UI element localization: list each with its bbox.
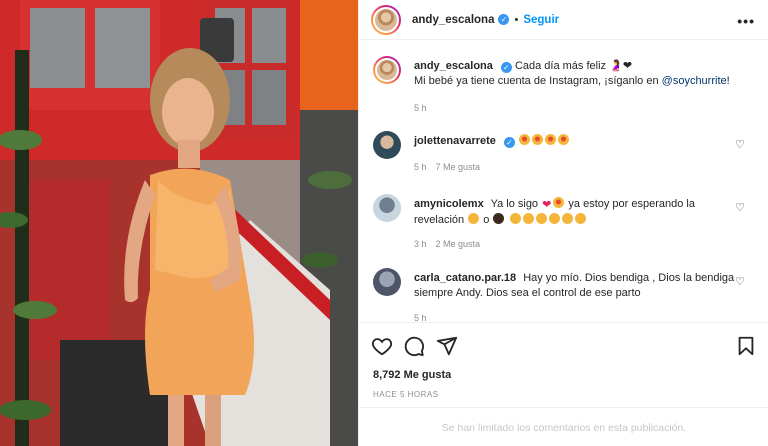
comment-meta: 5 h — [414, 313, 436, 321]
emoji-baby-boy-icon — [468, 213, 480, 224]
post-photo[interactable] — [0, 0, 358, 446]
comment-text: Ya lo sigo — [490, 198, 539, 210]
comment-time[interactable]: 3 h — [414, 239, 427, 249]
like-comment-heart-icon[interactable]: ♡ — [735, 275, 745, 288]
post-side-panel: andy_escalona ✓ • Seguir ••• andy_escalo… — [358, 0, 768, 446]
emoji-grin-icon — [574, 213, 586, 224]
follow-button[interactable]: Seguir — [523, 14, 559, 26]
comment-item: carla_catano.par.18 Hay yo mío. Dios ben… — [373, 268, 753, 321]
verified-badge-icon: ✓ — [498, 14, 510, 25]
mention-link[interactable]: @soychurrite — [662, 75, 727, 87]
likes-count[interactable]: 8,792 Me gusta — [373, 369, 451, 381]
comment-text: ya estoy por esperando la — [568, 198, 695, 210]
caption-line2-end: ! — [726, 75, 730, 87]
emoji-heart-icon: ❤ — [622, 60, 633, 72]
comments-limited-notice: Se han limitado los comentarios en esta … — [359, 407, 768, 446]
caption-line1: Cada día más feliz — [514, 60, 607, 72]
comment-item: amynicolemx Ya lo sigo ❤ ya estoy por es… — [373, 194, 753, 254]
emoji-grin-icon — [522, 213, 534, 224]
emoji-red-heart-icon: ❤ — [542, 199, 552, 211]
post-caption: andy_escalona ✓ Cada día más feliz 🤰❤ Mi … — [373, 56, 753, 126]
post-header: andy_escalona ✓ • Seguir ••• — [359, 0, 768, 40]
comments-list[interactable]: andy_escalona ✓ Cada día más feliz 🤰❤ Mi … — [359, 41, 768, 321]
comment-likes[interactable]: 7 Me gusta — [436, 162, 481, 172]
comment-meta: 3 h 2 Me gusta — [414, 239, 489, 249]
verified-badge-icon: ✓ — [503, 137, 515, 148]
header-separator: • — [514, 13, 519, 26]
comment-bubble-icon[interactable] — [403, 335, 425, 357]
comment-meta: 5 h 7 Me gusta — [414, 162, 489, 172]
emoji-heart-eyes-icon — [532, 134, 543, 145]
emoji-baby-girl-icon — [493, 213, 505, 224]
comment-body: carla_catano.par.18 Hay yo mío. Dios ben… — [414, 271, 739, 301]
commenter-username[interactable]: carla_catano.par.18 — [414, 272, 516, 284]
like-heart-icon[interactable] — [371, 335, 393, 357]
comment-body: jolettenavarrete ✓ — [414, 134, 739, 149]
emoji-heart-eyes-icon — [558, 134, 569, 145]
commenter-username[interactable]: jolettenavarrete — [414, 135, 496, 147]
comment-text: o — [483, 214, 490, 226]
commenter-avatar[interactable] — [373, 268, 401, 296]
caption-username[interactable]: andy_escalona — [414, 60, 493, 72]
like-comment-heart-icon[interactable]: ♡ — [735, 138, 745, 151]
author-username[interactable]: andy_escalona — [412, 14, 494, 26]
emoji-heart-eyes-icon — [545, 134, 556, 145]
comment-item: jolettenavarrete ✓ 5 h 7 Me gusta ♡ — [373, 131, 753, 181]
caption-body: andy_escalona ✓ Cada día más feliz 🤰❤ Mi … — [414, 59, 739, 89]
commenter-avatar[interactable] — [373, 131, 401, 159]
emoji-grin-icon — [509, 213, 521, 224]
caption-line2: Mi bebé ya tiene cuenta de Instagram, ¡s… — [414, 75, 662, 87]
emoji-heart-eyes-icon — [519, 134, 530, 145]
instagram-post: andy_escalona ✓ • Seguir ••• andy_escalo… — [0, 0, 768, 446]
commenter-username[interactable]: amynicolemx — [414, 198, 484, 210]
post-timestamp[interactable]: HACE 5 HORAS — [373, 390, 439, 399]
comment-text: revelación — [414, 214, 465, 226]
post-image-illustration — [0, 0, 358, 446]
emoji-heart-eyes-icon — [553, 197, 565, 208]
bookmark-icon[interactable] — [735, 335, 757, 357]
caption-time[interactable]: 5 h — [414, 103, 427, 113]
emoji-grin-icon — [535, 213, 547, 224]
author-avatar[interactable] — [371, 4, 401, 35]
comment-time[interactable]: 5 h — [414, 313, 427, 321]
caption-meta: 5 h — [414, 103, 436, 113]
comment-time[interactable]: 5 h — [414, 162, 427, 172]
share-paper-plane-icon[interactable] — [436, 335, 458, 357]
emoji-pregnant-icon: 🤰 — [609, 60, 623, 72]
emoji-grin-icon — [548, 213, 560, 224]
comment-body: amynicolemx Ya lo sigo ❤ ya estoy por es… — [414, 197, 739, 228]
like-comment-heart-icon[interactable]: ♡ — [735, 201, 745, 214]
commenter-avatar[interactable] — [373, 194, 401, 222]
more-horizontal-icon[interactable]: ••• — [737, 13, 755, 29]
verified-badge-icon: ✓ — [500, 62, 512, 73]
post-actions: 8,792 Me gusta HACE 5 HORAS Se han limit… — [359, 322, 768, 434]
comment-likes[interactable]: 2 Me gusta — [436, 239, 481, 249]
emoji-grin-icon — [561, 213, 573, 224]
caption-avatar[interactable] — [373, 56, 401, 84]
